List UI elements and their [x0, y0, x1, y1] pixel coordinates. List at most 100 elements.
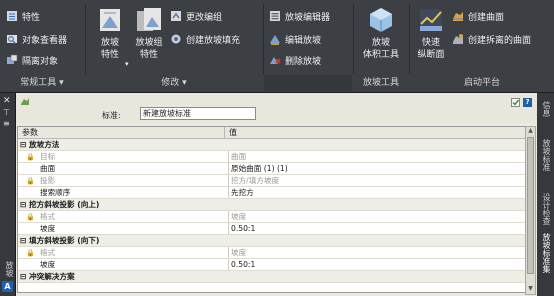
parameter-label: 挖方斜坡投影 (向上) [29, 200, 100, 209]
properties-label: 特性 [22, 12, 41, 23]
value-cell[interactable]: 曲面 [228, 151, 525, 162]
delete-grading-label: 删除放坡 [285, 56, 322, 67]
panel-grading-tools: 放坡 体积工具 放坡工具 [354, 0, 408, 92]
edit-grading-label: 编辑放坡 [285, 35, 322, 46]
lock-icon[interactable]: 🔒 [22, 152, 40, 162]
isolate-objects-label: 隔离对象 [22, 56, 59, 67]
parameters-grid: 参数 值 ⊟ 放坡方法 🔒 目标 曲面 曲面 原始曲面 (1) (1) 🔒 投影 挖方/填方坡度… [17, 126, 526, 293]
grading-editor-button[interactable]: 放坡编辑器 [269, 8, 330, 24]
grid-row[interactable]: 坡度 0.50:1 [18, 223, 525, 235]
isolate-objects-button[interactable]: 隔离对象 [6, 52, 58, 68]
grid-row[interactable]: 搜索顺序 先挖方 [18, 187, 525, 199]
parameter-label: 曲面 [40, 164, 56, 173]
grading-properties-button[interactable]: 放坡 特性 ▾ [92, 6, 129, 68]
object-viewer-icon [7, 35, 17, 44]
lock-icon[interactable]: 🔒 [22, 176, 40, 186]
panel-expand-icon: ▾ [59, 78, 64, 88]
value-cell[interactable]: 坡度 [228, 247, 525, 258]
create-grading-infill-button[interactable]: 创建放坡填充 [170, 31, 240, 47]
scroll-thumb[interactable] [527, 137, 534, 274]
scroll-down-arrow-icon[interactable]: ▼ [526, 285, 535, 294]
column-header-parameter[interactable]: 参数 [18, 127, 225, 138]
grading-volume-tools-icon [370, 8, 392, 32]
grid-row[interactable]: 🔒 格式 坡度 [18, 211, 525, 223]
tab-design-check[interactable]: 设计检查 [539, 193, 552, 225]
help-icon[interactable]: ? [523, 98, 532, 107]
delete-grading-button[interactable]: 删除放坡 [269, 52, 321, 68]
edit-grading-button[interactable]: 编辑放坡 [269, 31, 321, 47]
collapse-icon[interactable]: ⊟ [20, 236, 29, 245]
grading-editor-icon [270, 11, 280, 21]
autocad-logo-icon: A [2, 281, 13, 292]
grid-row[interactable]: 🔒 投影 挖方/填方坡度 [18, 175, 525, 187]
parameter-cell: 搜索顺序 [18, 187, 228, 198]
grading-infill-icon [171, 34, 181, 44]
value-cell[interactable]: 0.50:1 [228, 223, 525, 234]
change-group-button[interactable]: 更改编组 [170, 8, 222, 24]
criteria-icon [21, 98, 29, 105]
parameter-label: 格式 [40, 248, 56, 257]
create-surface-button[interactable]: 创建曲面 [452, 8, 504, 24]
grading-properties-icon [100, 9, 120, 31]
pin-icon[interactable]: ⊤ [3, 108, 10, 117]
criteria-name-input[interactable]: 新建放坡标准 [140, 107, 256, 120]
grid-row[interactable]: 🔒 目标 曲面 [18, 151, 525, 163]
grid-group-row[interactable]: ⊟ 挖方斜坡投影 (向上) [18, 199, 525, 211]
common-tools-panel-title[interactable]: 常规工具 ▾ [0, 76, 84, 90]
quick-profile-icon [420, 9, 442, 31]
grid-group-row[interactable]: ⊟ 填方斜坡投影 (向下) [18, 235, 525, 247]
grid-body: ⊟ 放坡方法 🔒 目标 曲面 曲面 原始曲面 (1) (1) 🔒 投影 挖方/填方坡度 搜索顺序先… [18, 139, 525, 283]
properties-menu-icon[interactable]: ≡ [3, 119, 10, 128]
create-surface-icon [453, 12, 463, 21]
value-cell[interactable]: 原始曲面 (1) (1) [228, 163, 525, 174]
parameter-label: 填方斜坡投影 (向下) [29, 236, 100, 245]
modify-panel-title[interactable]: 修改 ▾ [86, 76, 262, 90]
grading-editor-label: 放坡编辑器 [285, 12, 331, 23]
tab-grading-criteria[interactable]: 放坡标准 [539, 139, 552, 171]
palette-tabs: 信息 放坡标准 设计检查 放坡标准集 [537, 93, 554, 296]
parameter-cell: 坡度 [18, 259, 228, 270]
value-cell[interactable]: 坡度 [228, 211, 525, 222]
tab-info[interactable]: 信息 [539, 101, 552, 117]
grading-tools-title-text: 放坡工具 [362, 78, 399, 88]
change-group-icon [171, 11, 181, 21]
parameter-label: 坡度 [40, 224, 56, 233]
grid-scrollbar[interactable]: ▲ ▼ [525, 126, 536, 295]
grading-group-properties-label: 放坡组 特性 [135, 38, 163, 60]
tab-criteria-set[interactable]: 放坡标准集 [539, 233, 552, 273]
value-cell[interactable]: 先挖方 [228, 187, 525, 198]
accept-icon[interactable] [511, 98, 520, 107]
close-icon[interactable]: ✕ [3, 96, 11, 106]
properties-button[interactable]: 特性 [6, 8, 40, 24]
grading-properties-label: 放坡 特性 [100, 38, 119, 60]
create-detached-surface-icon [453, 34, 463, 44]
grading-volume-tools-label: 放坡 体积工具 [362, 38, 399, 60]
collapse-icon[interactable]: ⊟ [20, 200, 29, 209]
value-cell[interactable]: 挖方/填方坡度 [228, 175, 525, 186]
parameter-cell: 🔒 投影 [18, 175, 228, 186]
quick-profile-button[interactable]: 快速 纵断面 [412, 6, 450, 61]
parameter-cell: ⊟ 放坡方法 [18, 139, 226, 150]
column-header-value[interactable]: 值 [225, 127, 237, 138]
grid-group-row[interactable]: ⊟ 放坡方法 [18, 139, 525, 151]
panel-launch-pad: 快速 纵断面 创建曲面 创建拆离的曲面 启动平台 [410, 0, 554, 92]
object-viewer-button[interactable]: 对象查看器 [6, 31, 67, 47]
lock-icon[interactable]: 🔒 [22, 248, 40, 258]
palette-toolbar: ? 标准: 新建放坡标准 [16, 93, 537, 123]
grid-row[interactable]: 曲面 原始曲面 (1) (1) [18, 163, 525, 175]
grid-group-row[interactable]: ⊟ 冲突解决方案 [18, 271, 525, 283]
parameter-cell: 曲面 [18, 163, 228, 174]
palette-title-bar[interactable]: ✕ ⊤ ≡ 放坡 A [0, 93, 16, 296]
value-cell[interactable]: 0.50:1 [228, 259, 525, 270]
ribbon: 特性 对象查看器 隔离对象 常规工具 ▾ 放坡 特性 ▾ 放坡组 特性 更改编组 [0, 0, 554, 93]
grading-volume-tools-button[interactable]: 放坡 体积工具 [356, 6, 406, 61]
scroll-up-arrow-icon[interactable]: ▲ [526, 127, 535, 136]
collapse-icon[interactable]: ⊟ [20, 272, 29, 281]
lock-icon[interactable]: 🔒 [22, 212, 40, 222]
grid-row[interactable]: 🔒 格式 坡度 [18, 247, 525, 259]
grid-row[interactable]: 坡度 0.50:1 [18, 259, 525, 271]
create-detached-surface-button[interactable]: 创建拆离的曲面 [452, 31, 531, 47]
collapse-icon[interactable]: ⊟ [20, 140, 29, 149]
grading-group-properties-button[interactable]: 放坡组 特性 [130, 6, 168, 61]
value-cell [226, 139, 525, 150]
